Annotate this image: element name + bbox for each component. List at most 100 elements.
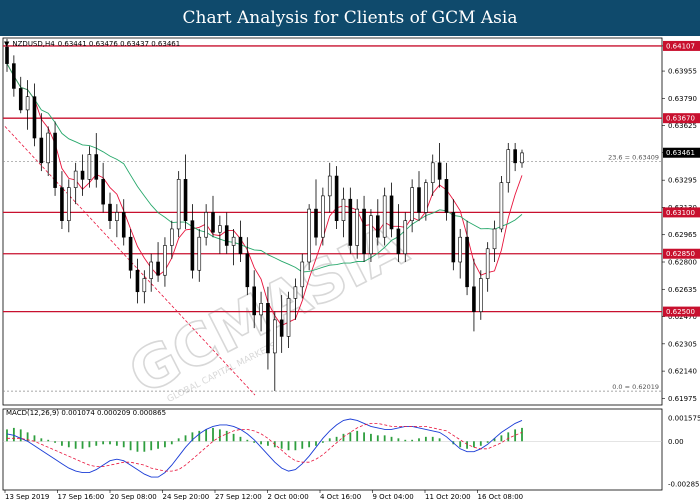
candle: [266, 303, 270, 354]
candle: [272, 319, 277, 354]
candle: [506, 149, 511, 183]
ma-slow-line: [6, 63, 523, 273]
candle: [18, 88, 23, 111]
candle: [101, 179, 105, 205]
candle: [218, 225, 222, 233]
candle: [259, 303, 263, 316]
candle: [176, 179, 181, 230]
y-tick-label: 0.63955: [668, 68, 697, 76]
candle: [472, 286, 476, 312]
candle: [25, 96, 30, 111]
candle: [355, 208, 360, 246]
y-tick-label: 0.62800: [668, 259, 697, 267]
y-tick-label: 0.63625: [668, 122, 697, 130]
candle: [334, 175, 339, 221]
candle: [382, 195, 387, 238]
fib-label: 0.0 = 0.62019: [612, 383, 659, 391]
y-tick-label: 0.62140: [668, 368, 697, 376]
candle: [417, 187, 421, 213]
candle: [142, 278, 147, 293]
candle: [190, 220, 195, 271]
y-tick-label: 0.61975: [668, 395, 697, 403]
y-tick-label: 0.62965: [668, 231, 697, 239]
sr-price-label: 0.64107: [666, 42, 695, 50]
y-tick-label: 0.62635: [668, 286, 697, 294]
macd-y-label: 0.001575: [668, 414, 700, 422]
current-price-label: 0.63461: [666, 149, 695, 157]
candle: [115, 212, 119, 221]
x-tick-label: 13 Sep 2019: [5, 493, 49, 500]
candle: [80, 170, 85, 180]
macd-y-label: 0.00: [668, 438, 684, 446]
x-tick-label: 20 Sep 08:00: [110, 493, 157, 500]
candle: [121, 212, 126, 238]
candle: [279, 319, 284, 337]
x-tick-label: 9 Oct 04:00: [373, 493, 414, 500]
candle: [245, 253, 250, 288]
candle: [183, 179, 188, 221]
candle: [485, 248, 490, 279]
candle: [238, 236, 243, 255]
candle: [211, 212, 215, 233]
candle: [520, 152, 524, 164]
candle: [403, 220, 408, 255]
candle: [204, 212, 208, 238]
candle: [424, 182, 428, 213]
candle: [300, 261, 305, 288]
caret-down-icon[interactable]: ▼: [4, 40, 9, 48]
candle: [437, 162, 442, 180]
candle: [396, 228, 401, 255]
candle: [53, 132, 57, 188]
candle: [321, 195, 325, 238]
candle: [341, 198, 346, 221]
candle: [170, 228, 174, 246]
candle: [32, 96, 37, 139]
x-tick-label: 27 Sep 12:00: [215, 493, 262, 500]
sr-price-label: 0.63100: [666, 209, 695, 217]
candle: [348, 198, 353, 246]
candle: [327, 175, 332, 197]
candle: [94, 154, 99, 180]
candle: [430, 162, 435, 183]
instrument-info: ▼ NZDUSD,H4 0.63441 0.63476 0.63437 0.63…: [4, 40, 180, 48]
x-tick-label: 11 Oct 20:00: [425, 493, 471, 500]
candle: [5, 46, 9, 64]
fib-label: 23.6 = 0.63409: [608, 153, 659, 161]
x-tick-label: 16 Oct 08:00: [478, 493, 524, 500]
candle: [156, 261, 160, 276]
macd-panel-frame: [2, 408, 663, 491]
candle: [67, 187, 71, 221]
price-panel-frame: [2, 37, 663, 406]
sr-price-label: 0.62850: [666, 250, 695, 258]
candle: [293, 286, 298, 299]
candle: [73, 170, 78, 188]
candle: [87, 154, 92, 180]
candle: [499, 182, 504, 230]
ohlc-values: 0.63441 0.63476 0.63437 0.63461: [57, 40, 181, 48]
candle: [492, 228, 497, 250]
candle: [286, 298, 291, 337]
sr-price-label: 0.63670: [666, 115, 695, 123]
candle: [163, 245, 167, 276]
x-tick-label: 24 Sep 20:00: [163, 493, 210, 500]
x-tick-label: 2 Oct 00:00: [268, 493, 309, 500]
macd-label: MACD(12,26,9) 0.001074 0.000209 0.000865: [6, 409, 166, 417]
candle: [135, 269, 140, 293]
candle: [60, 187, 64, 221]
candle: [231, 236, 236, 246]
candle: [149, 261, 153, 279]
candle: [451, 212, 456, 263]
x-tick-label: 4 Oct 16:00: [320, 493, 361, 500]
candle: [314, 208, 318, 238]
candle: [108, 203, 112, 221]
candle: [410, 187, 414, 221]
candle: [513, 149, 517, 164]
y-tick-label: 0.62305: [668, 340, 697, 348]
candle: [362, 208, 366, 255]
x-tick-label: 17 Sep 16:00: [58, 493, 105, 500]
macd-signal-line: [7, 422, 523, 472]
candle: [307, 208, 311, 263]
candle: [197, 236, 202, 271]
candle: [478, 278, 483, 312]
sr-price-label: 0.62500: [666, 308, 695, 316]
